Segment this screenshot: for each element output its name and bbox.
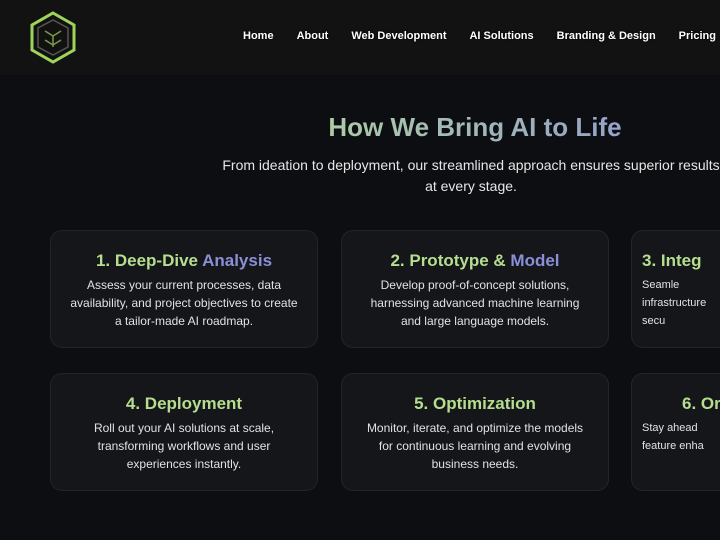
nav-about[interactable]: About [297, 30, 329, 42]
nav-pricing[interactable]: Pricing [679, 30, 716, 42]
card-title: 2. Prototype & Model [390, 251, 560, 270]
process-card: 1. Deep-Dive Analysis Assess your curren… [50, 230, 318, 348]
card-text: Develop proof-of-concept solutions, harn… [370, 278, 580, 328]
nav-web-development[interactable]: Web Development [351, 30, 446, 42]
card-title: 6. Or [682, 394, 720, 413]
nav-home[interactable]: Home [243, 30, 274, 42]
site-header: Home About Web Development AI Solutions … [0, 0, 720, 75]
process-card: 3. Integ Seamle infrastructure secu [631, 230, 720, 348]
process-card: 5. Optimization Monitor, iterate, and op… [341, 373, 609, 491]
card-text: Stay ahead feature enha [642, 422, 704, 452]
process-card: 4. Deployment Roll out your AI solutions… [50, 373, 318, 491]
logo-icon[interactable] [29, 11, 77, 64]
section-subtitle: From ideation to deployment, our streaml… [222, 157, 720, 194]
process-card: 2. Prototype & Model Develop proof-of-co… [341, 230, 609, 348]
card-title: 4. Deployment [125, 394, 243, 413]
section-title: How We Bring AI to Life [230, 112, 720, 143]
card-title: 3. Integ [642, 251, 702, 270]
card-title: 5. Optimization [414, 394, 536, 413]
nav-branding-design[interactable]: Branding & Design [557, 30, 656, 42]
card-text: Roll out your AI solutions at scale, tra… [93, 421, 275, 471]
process-card: 6. Or Stay ahead feature enha [631, 373, 720, 491]
nav-ai-solutions[interactable]: AI Solutions [469, 30, 533, 42]
card-text: Seamle infrastructure secu [642, 279, 707, 327]
card-text: Monitor, iterate, and optimize the model… [366, 421, 584, 471]
card-title: 1. Deep-Dive Analysis [95, 251, 273, 270]
main-nav: Home About Web Development AI Solutions … [243, 30, 716, 42]
card-text: Assess your current processes, data avai… [70, 278, 298, 328]
